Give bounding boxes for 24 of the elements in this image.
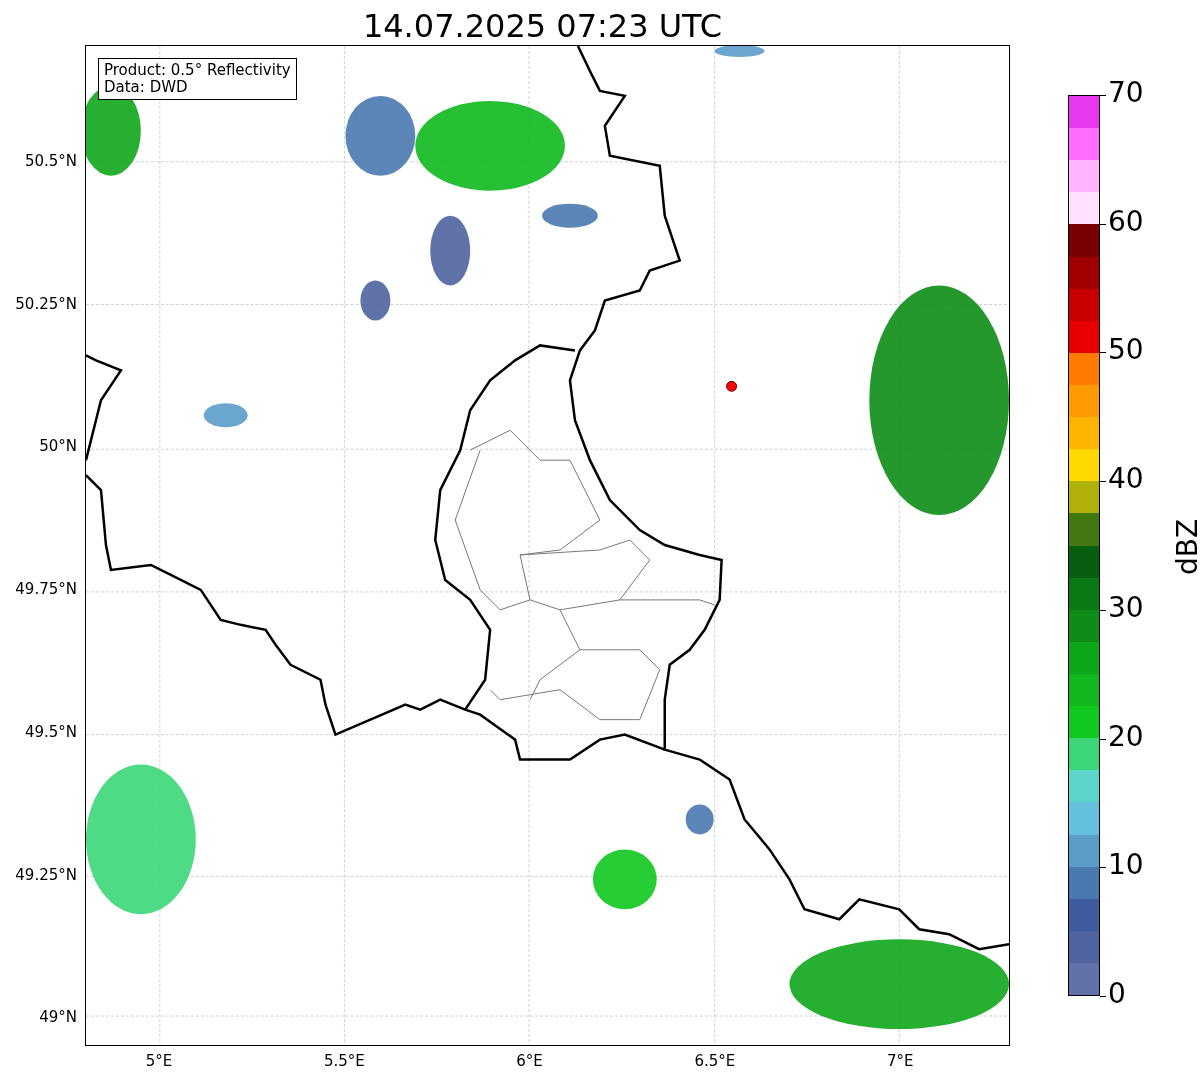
colorbar-tick-label: 50 (1108, 335, 1144, 366)
info-text: Product: 0.5° Reflectivity (104, 62, 291, 79)
axis-tick-label: 49.75°N (15, 580, 77, 599)
axis-tick-label: 50°N (39, 437, 77, 456)
axis-tick-label: 49.5°N (24, 722, 77, 741)
axis-tick-label: 49.25°N (15, 865, 77, 884)
axis-tick-label: 50.5°N (24, 152, 77, 170)
colorbar-tick-label: 10 (1108, 850, 1144, 881)
colorbar-tick-label: 60 (1108, 206, 1144, 237)
axis-tick-label: 50.25°N (15, 294, 77, 313)
axis-tick-label: 49°N (39, 1008, 77, 1027)
axis-tick-label: 6.5°E (694, 1052, 736, 1070)
colorbar-label: dBZ (1171, 518, 1202, 576)
colorbar-tick-label: 30 (1108, 592, 1144, 623)
info-text: Data: DWD (104, 79, 189, 96)
axis-tick-label: 7°E (886, 1052, 914, 1070)
colorbar-tick-label: 0 (1108, 979, 1126, 1009)
colorbar-tick-label: 70 (1108, 78, 1144, 108)
axis-tick-label: 5.5°E (323, 1052, 365, 1070)
colorbar-tick-label: 40 (1108, 464, 1144, 495)
chart-title: 14.07.2025 07:23 UTC (362, 7, 723, 45)
axis-tick-label: 5°E (145, 1052, 173, 1070)
colorbar-tick-label: 20 (1108, 721, 1144, 752)
axis-tick-label: 6°E (516, 1052, 543, 1070)
